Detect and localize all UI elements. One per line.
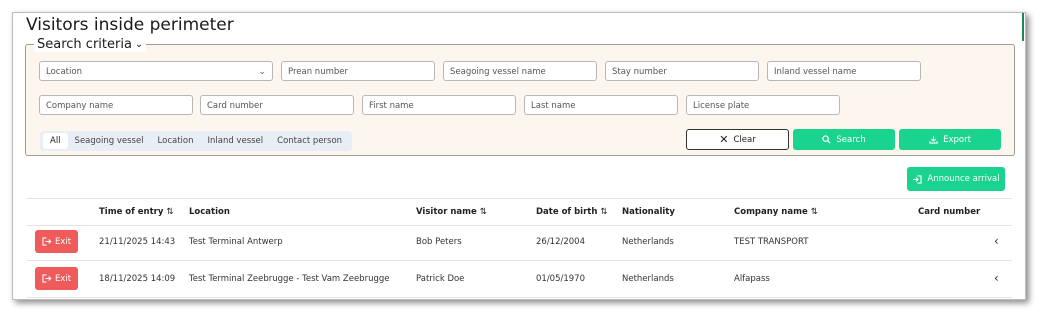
location-select-label: Location — [46, 67, 82, 77]
chip-inland-vessel[interactable]: Inland vessel — [200, 133, 270, 149]
cell-time-of-entry: 18/11/2025 14:09 — [99, 274, 176, 284]
cell-location: Test Terminal Antwerp — [189, 237, 283, 247]
cell-date-of-birth: 26/12/2004 — [536, 237, 585, 247]
column-header-card-number: Card number — [918, 207, 981, 217]
chip-all[interactable]: All — [43, 133, 68, 149]
exit-button[interactable]: Exit — [35, 267, 78, 290]
column-header-label: Company name — [734, 207, 808, 217]
search-criteria-label: Search criteria — [37, 37, 132, 52]
search-button[interactable]: Search — [793, 129, 895, 150]
cell-visitor-name: Patrick Doe — [416, 274, 465, 284]
column-header-nationality: Nationality — [622, 207, 675, 217]
sort-icon: ⇅ — [810, 207, 818, 217]
chevron-down-icon: ⌄ — [258, 67, 266, 77]
chip-contact-person[interactable]: Contact person — [270, 133, 349, 149]
sign-out-icon — [42, 237, 52, 246]
seagoing-vessel-name-input[interactable]: Seagoing vessel name — [443, 61, 597, 81]
sign-in-icon — [912, 174, 922, 184]
cell-nationality: Netherlands — [622, 274, 674, 284]
inland-vessel-name-input[interactable]: Inland vessel name — [767, 61, 921, 81]
last-name-input[interactable]: Last name — [524, 95, 678, 115]
column-header-date-of-birth[interactable]: Date of birth ⇅ — [536, 207, 607, 217]
chevron-down-icon: ⌄ — [134, 39, 144, 50]
announce-arrival-button[interactable]: Announce arrival — [907, 167, 1005, 191]
column-header-label: Visitor name — [416, 207, 477, 217]
search-criteria-toggle[interactable]: Search criteria ⌄ — [34, 37, 147, 52]
first-name-input[interactable]: First name — [362, 95, 516, 115]
export-button[interactable]: Export — [899, 129, 1001, 150]
column-header-label: Time of entry — [99, 207, 164, 217]
table-row: Exit 21/11/2025 14:43 Test Terminal Antw… — [27, 224, 1012, 261]
cell-company-name: Alfapass — [734, 274, 770, 284]
chevron-left-icon[interactable]: ‹ — [994, 234, 999, 248]
page-title: Visitors inside perimeter — [26, 15, 234, 35]
column-header-time-of-entry[interactable]: Time of entry ⇅ — [99, 207, 174, 217]
column-header-company-name[interactable]: Company name ⇅ — [734, 207, 818, 217]
cell-nationality: Netherlands — [622, 237, 674, 247]
column-header-location: Location — [189, 207, 230, 217]
filter-chip-group: All Seagoing vessel Location Inland vess… — [40, 131, 353, 151]
column-header-visitor-name[interactable]: Visitor name ⇅ — [416, 207, 487, 217]
search-button-label: Search — [836, 134, 866, 145]
card-number-input[interactable]: Card number — [200, 95, 354, 115]
clear-button-label: Clear — [733, 134, 756, 145]
cell-date-of-birth: 01/05/1970 — [536, 274, 585, 284]
exit-button[interactable]: Exit — [35, 230, 78, 253]
column-header-label: Date of birth — [536, 207, 598, 217]
prean-number-input[interactable]: Prean number — [281, 61, 435, 81]
cell-visitor-name: Bob Peters — [416, 237, 462, 247]
clear-button[interactable]: ✕ Clear — [686, 129, 789, 150]
cell-company-name: TEST TRANSPORT — [734, 237, 809, 247]
cell-time-of-entry: 21/11/2025 14:43 — [99, 237, 176, 247]
exit-button-label: Exit — [54, 236, 72, 247]
sort-icon: ⇅ — [479, 207, 487, 217]
chip-location[interactable]: Location — [151, 133, 201, 149]
search-criteria-panel: Location ⌄ Prean number Seagoing vessel … — [25, 44, 1015, 156]
location-select[interactable]: Location ⌄ — [39, 61, 273, 81]
chevron-left-icon[interactable]: ‹ — [994, 271, 999, 285]
search-icon — [822, 135, 831, 144]
sign-out-icon — [42, 274, 52, 283]
table-header: Time of entry ⇅ Location Visitor name ⇅ … — [27, 198, 1012, 226]
scrollbar-edge — [1022, 13, 1024, 41]
cell-location: Test Terminal Zeebrugge - Test Vam Zeebr… — [189, 274, 390, 284]
close-icon: ✕ — [719, 133, 729, 146]
sort-icon: ⇅ — [166, 207, 174, 217]
company-name-input[interactable]: Company name — [39, 95, 193, 115]
exit-button-label: Exit — [54, 273, 72, 284]
stay-number-input[interactable]: Stay number — [605, 61, 759, 81]
license-plate-input[interactable]: License plate — [686, 95, 840, 115]
table-row: Exit 18/11/2025 14:09 Test Terminal Zeeb… — [27, 261, 1012, 298]
announce-arrival-label: Announce arrival — [927, 174, 1000, 184]
chip-seagoing-vessel[interactable]: Seagoing vessel — [68, 133, 151, 149]
app-window: Visitors inside perimeter Location ⌄ Pre… — [12, 12, 1026, 300]
sort-icon: ⇅ — [600, 207, 608, 217]
download-icon — [929, 135, 938, 144]
export-button-label: Export — [943, 134, 971, 145]
